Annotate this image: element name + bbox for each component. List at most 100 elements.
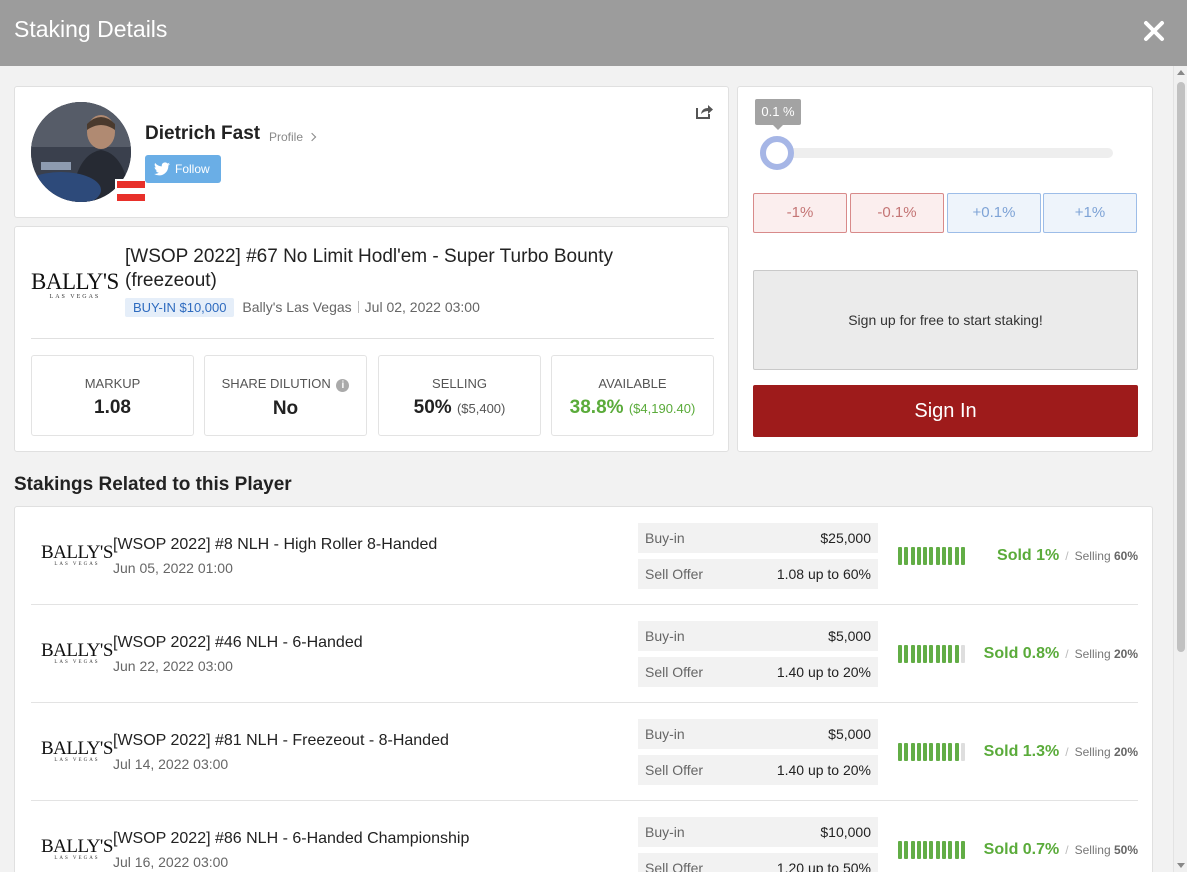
venue-logo: BALLY'S LAS VEGAS — [41, 640, 113, 665]
staking-title[interactable]: [WSOP 2022] #46 NLH - 6-Handed — [113, 634, 363, 652]
sold-value: Sold 0.8% — [983, 645, 1060, 662]
progress-segment — [923, 743, 928, 761]
modal-title: Staking Details — [14, 16, 168, 42]
country-flag — [115, 179, 147, 203]
scroll-down-icon[interactable] — [1177, 863, 1185, 868]
progress-segment — [910, 841, 915, 859]
progress-segment — [898, 547, 902, 565]
sell-offer-box: Sell Offer 1.08 up to 60% — [638, 559, 878, 589]
slider-tooltip: 0.1 % — [755, 99, 801, 130]
event-date: Jul 02, 2022 03:00 — [364, 299, 480, 315]
plus-1-button[interactable]: +1% — [1043, 193, 1137, 233]
progress-segment — [960, 645, 965, 663]
staking-title[interactable]: [WSOP 2022] #8 NLH - High Roller 8-Hande… — [113, 536, 437, 554]
info-icon[interactable]: i — [336, 379, 350, 392]
venue-logo-text: BALLY'S — [41, 542, 113, 563]
related-staking-row[interactable]: BALLY'S LAS VEGAS [WSOP 2022] #46 NLH - 6-… — [31, 605, 1138, 703]
progress-segment — [942, 547, 947, 565]
sold-progress-bar — [898, 841, 967, 859]
follow-label[interactable]: Follow — [175, 162, 210, 176]
stake-slider-handle[interactable] — [760, 136, 794, 170]
markup-value: 1.08 — [94, 397, 131, 418]
sold-progress-bar — [898, 645, 967, 663]
staking-title[interactable]: [WSOP 2022] #81 NLH - Freezeout - 8-Hand… — [113, 732, 449, 750]
share-icon[interactable] — [695, 103, 714, 120]
buyin-label: Buy-in — [645, 824, 685, 840]
stake-panel: 0.1 % -1% -0.1% +0.1% +1% Sign up for fr… — [737, 86, 1153, 452]
progress-segment — [898, 645, 902, 663]
selling-value: 50% — [413, 397, 452, 418]
close-icon[interactable] — [1141, 18, 1167, 44]
related-staking-row[interactable]: BALLY'S LAS VEGAS [WSOP 2022] #8 NLH - Hig… — [31, 507, 1138, 605]
venue-logo-text: BALLY'S — [41, 738, 113, 759]
plus-0-1-button[interactable]: +0.1% — [947, 193, 1041, 233]
twitter-icon — [154, 162, 170, 176]
twitter-follow-button[interactable]: Follow — [145, 155, 221, 183]
progress-segment — [904, 841, 909, 859]
buyin-value: $25,000 — [820, 530, 871, 546]
progress-segment — [935, 645, 940, 663]
progress-segment — [904, 645, 909, 663]
available-label: AVAILABLE — [598, 376, 667, 391]
buyin-label: Buy-in — [645, 726, 685, 742]
chevron-right-icon[interactable] — [307, 132, 317, 142]
markup-label: MARKUP — [84, 376, 141, 391]
progress-segment — [948, 743, 953, 761]
related-stakings-list: BALLY'S LAS VEGAS [WSOP 2022] #8 NLH - Hig… — [14, 506, 1153, 872]
scrollbar-thumb[interactable] — [1177, 82, 1185, 652]
minus-0-1-button[interactable]: -0.1% — [850, 193, 944, 233]
sell-offer-value: 1.08 up to 60% — [776, 566, 871, 582]
scroll-up-icon[interactable] — [1177, 70, 1185, 75]
progress-segment — [935, 547, 940, 565]
buyin-value: $5,000 — [828, 628, 871, 644]
available-stat: AVAILABLE 38.8% ($4,190.40) — [551, 355, 714, 436]
venue-logo: BALLY'S LAS VEGAS — [41, 738, 113, 763]
scrollbar[interactable] — [1173, 66, 1187, 872]
sold-value: Sold 1.3% — [983, 743, 1060, 760]
minus-1-button[interactable]: -1% — [753, 193, 847, 233]
sell-offer-label: Sell Offer — [645, 664, 704, 680]
selling-label: Selling — [1074, 745, 1111, 759]
progress-segment — [929, 743, 934, 761]
progress-segment — [910, 645, 915, 663]
sell-offer-box: Sell Offer 1.40 up to 20% — [638, 657, 878, 687]
progress-segment — [923, 645, 928, 663]
available-value: 38.8% — [569, 397, 624, 418]
slash-divider: / — [1065, 549, 1069, 563]
sold-value: Sold 1% — [997, 547, 1060, 564]
progress-segment — [929, 547, 934, 565]
progress-segment — [935, 841, 940, 859]
markup-stat: MARKUP 1.08 — [31, 355, 194, 436]
profile-link[interactable]: Profile — [269, 130, 317, 144]
divider — [31, 338, 714, 339]
progress-segment — [948, 841, 953, 859]
share-dilution-stat: SHARE DILUTION i No — [204, 355, 367, 436]
progress-segment — [916, 547, 921, 565]
progress-segment — [942, 743, 947, 761]
player-name: Dietrich Fast — [145, 123, 261, 144]
profile-link-label[interactable]: Profile — [269, 130, 303, 144]
selling-amount: ($5,400) — [456, 401, 506, 416]
progress-segment — [960, 743, 965, 761]
sell-offer-box: Sell Offer 1.40 up to 20% — [638, 755, 878, 785]
event-meta: BUY-IN $10,000 Bally's Las Vegas Jul 02, … — [125, 298, 480, 317]
slash-divider: / — [1065, 647, 1069, 661]
available-line: 38.8% ($4,190.40) — [552, 397, 713, 419]
event-card: BALLY'S LAS VEGAS [WSOP 2022] #67 No Lim… — [14, 226, 729, 452]
sell-offer-label: Sell Offer — [645, 566, 704, 582]
progress-segment — [916, 743, 921, 761]
related-staking-row[interactable]: BALLY'S LAS VEGAS [WSOP 2022] #86 NLH - 6-… — [31, 801, 1138, 872]
sign-in-button[interactable]: Sign In — [753, 385, 1138, 437]
sell-offer-value: 1.20 up to 50% — [776, 860, 871, 872]
progress-segment — [960, 841, 965, 859]
progress-segment — [954, 743, 959, 761]
progress-segment — [942, 645, 947, 663]
related-staking-row[interactable]: BALLY'S LAS VEGAS [WSOP 2022] #81 NLH - Fr… — [31, 703, 1138, 801]
sell-offer-value: 1.40 up to 20% — [776, 762, 871, 778]
selling-label: Selling — [1074, 549, 1111, 563]
selling-label: SELLING — [432, 376, 487, 391]
staking-title[interactable]: [WSOP 2022] #86 NLH - 6-Handed Champions… — [113, 830, 469, 848]
progress-segment — [954, 547, 959, 565]
staking-date: Jul 16, 2022 03:00 — [113, 854, 229, 870]
stake-slider-track[interactable] — [764, 148, 1113, 158]
